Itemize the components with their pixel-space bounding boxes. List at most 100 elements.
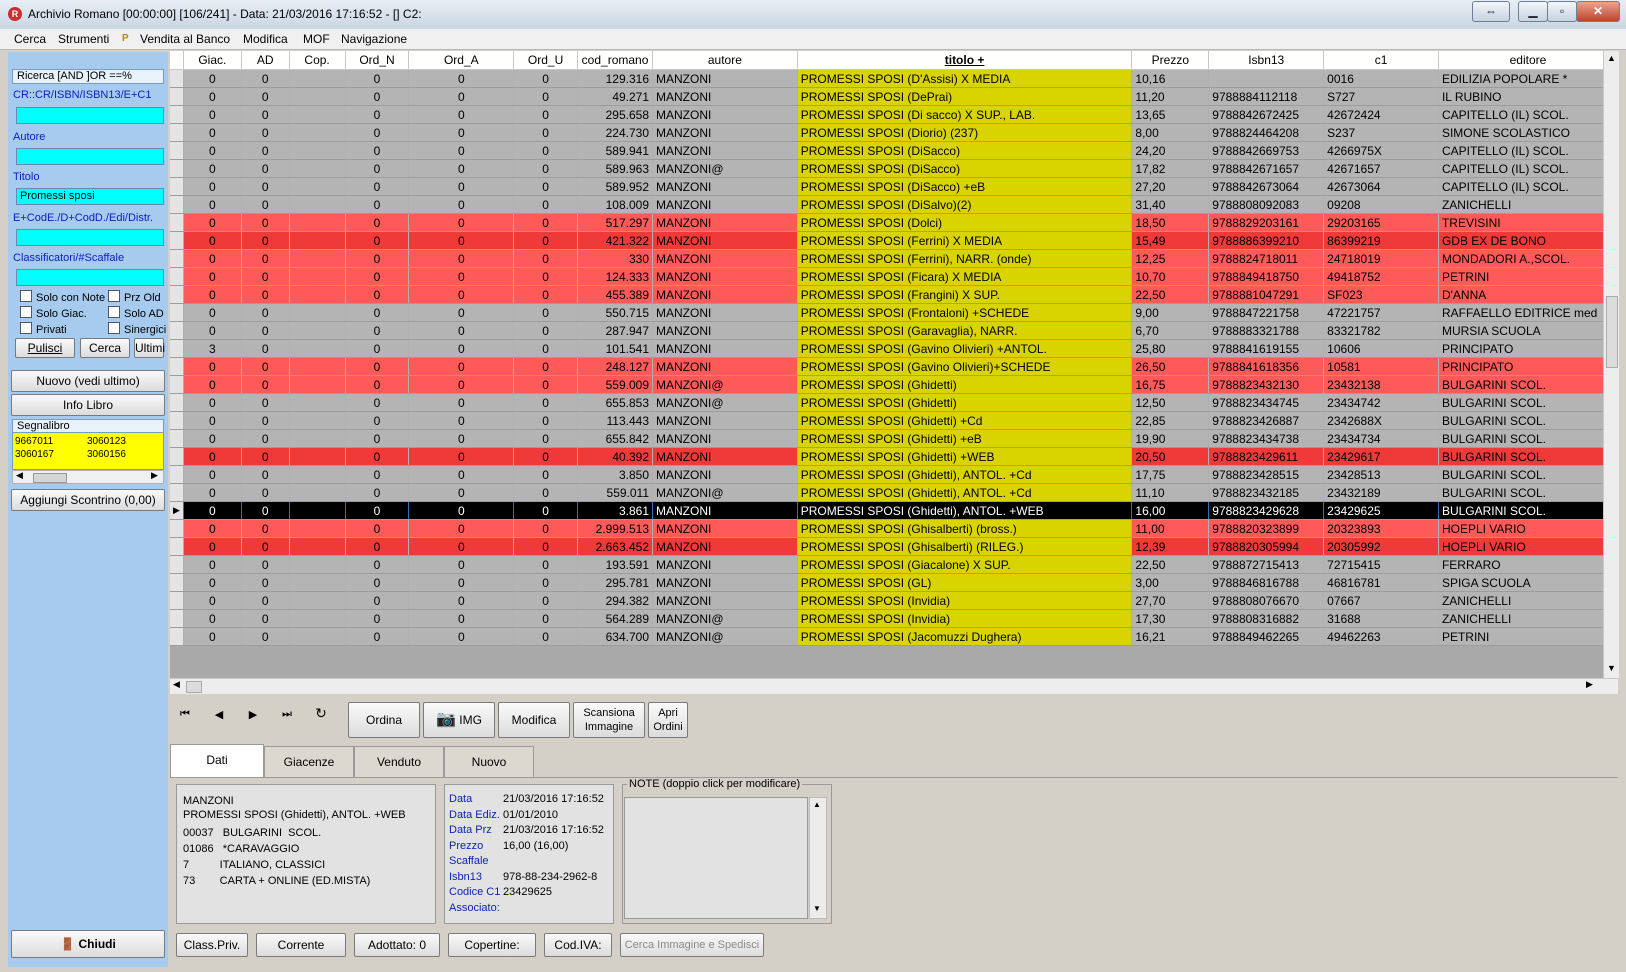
table-row[interactable]: 0 0 0 0 0 589.963 MANZONI@ PROMESSI SPOSI (DiSa… [170,159,1618,178]
scroll-thumb[interactable] [33,473,67,483]
table-cell[interactable]: 0016 [1323,69,1439,88]
table-cell[interactable]: 0 [345,267,410,286]
title-search-input[interactable]: Promessi sposi [16,188,164,205]
table-cell[interactable]: PROMESSI SPOSI (Giacalone) X SUP. [797,555,1133,574]
table-cell[interactable]: 0 [345,159,410,178]
table-cell[interactable]: PROMESSI SPOSI (Diorio) (237) [797,123,1133,142]
table-cell[interactable]: 0 [408,627,515,646]
table-cell[interactable]: 25,80 [1131,339,1210,358]
bookmark-item[interactable]: 3060156 [87,449,126,460]
table-cell[interactable]: PROMESSI SPOSI (Ghisalberti) (bross.) [797,519,1133,538]
table-cell[interactable]: PROMESSI SPOSI (Frontaloni) +SCHEDE [797,303,1133,322]
column-header[interactable]: Cop. [289,51,346,70]
table-cell[interactable]: BULGARINI SCOL. [1438,501,1618,520]
table-cell[interactable]: 0 [408,213,515,232]
row-indicator[interactable] [170,69,184,88]
table-cell[interactable]: ZANICHELLI [1438,591,1618,610]
table-cell[interactable]: GDB EX DE BONO [1438,231,1618,250]
table-row[interactable]: 0 0 0 0 0 655.853 MANZONI@ PROMESSI SPOSI (Ghid… [170,393,1618,412]
table-cell[interactable]: MANZONI [652,501,798,520]
table-cell[interactable]: 0 [513,627,579,646]
table-cell[interactable] [289,123,346,142]
table-cell[interactable]: 517.297 [577,213,654,232]
table-cell[interactable]: 49418752 [1323,267,1439,286]
table-cell[interactable]: IL RUBINO [1438,87,1618,106]
row-indicator[interactable] [170,159,184,178]
table-cell[interactable]: SIMONE SCOLASTICO [1438,123,1618,142]
table-cell[interactable] [289,519,346,538]
table-cell[interactable]: 0 [241,267,290,286]
table-cell[interactable]: 23428513 [1323,465,1439,484]
table-cell[interactable] [289,159,346,178]
table-row[interactable]: 0 0 0 0 0 2.999.513 MANZONI PROMESSI SPOSI (Ghi… [170,519,1618,538]
row-indicator[interactable] [170,177,184,196]
table-cell[interactable]: 0 [345,177,410,196]
author-search-input[interactable] [16,148,164,165]
table-cell[interactable] [289,591,346,610]
table-cell[interactable]: 0 [241,609,290,628]
table-cell[interactable]: 9788808092083 [1208,195,1325,214]
table-cell[interactable]: 17,30 [1131,609,1210,628]
table-cell[interactable]: 0 [345,303,410,322]
menu-modifica[interactable]: Modifica [243,32,288,46]
table-cell[interactable]: 0 [345,213,410,232]
table-cell[interactable] [289,105,346,124]
table-cell[interactable]: 2.663.452 [577,537,654,556]
table-cell[interactable]: 16,75 [1131,375,1210,394]
table-cell[interactable]: 0 [513,69,579,88]
table-cell[interactable]: 9788823426887 [1208,411,1325,430]
current-button[interactable]: Corrente [256,933,346,957]
table-cell[interactable]: MANZONI [652,573,798,592]
table-row[interactable]: 0 0 0 0 0 330 MANZONI PROMESSI SPOSI (Ferrini),… [170,249,1618,268]
table-cell[interactable]: PROMESSI SPOSI (Dolci) [797,213,1133,232]
table-cell[interactable]: 0 [183,285,242,304]
table-cell[interactable]: 12,25 [1131,249,1210,268]
table-cell[interactable]: PROMESSI SPOSI (D'Assisi) X MEDIA [797,69,1133,88]
table-cell[interactable]: 0 [345,483,410,502]
table-cell[interactable]: PROMESSI SPOSI (Ghidetti) +eB [797,429,1133,448]
table-row[interactable]: 0 0 0 0 0 559.011 MANZONI@ PROMESSI SPOSI (Ghid… [170,483,1618,502]
table-cell[interactable]: 0 [408,177,515,196]
table-cell[interactable]: MANZONI [652,141,798,160]
table-cell[interactable]: 9788820305994 [1208,537,1325,556]
table-cell[interactable]: TREVISINI [1438,213,1618,232]
table-cell[interactable]: 0 [183,213,242,232]
table-cell[interactable]: 0 [513,105,579,124]
table-row[interactable]: 0 0 0 0 0 124.333 MANZONI PROMESSI SPOSI (Ficar… [170,267,1618,286]
table-cell[interactable]: 655.842 [577,429,654,448]
table-cell[interactable]: PROMESSI SPOSI (DiSacco) +eB [797,177,1133,196]
table-cell[interactable]: 0 [183,69,242,88]
table-cell[interactable]: 0 [513,339,579,358]
table-cell[interactable]: 564.289 [577,609,654,628]
table-cell[interactable]: MANZONI@ [652,483,798,502]
table-cell[interactable]: 0 [183,609,242,628]
recent-button[interactable]: Ultimi [134,338,165,358]
table-cell[interactable]: MANZONI [652,591,798,610]
table-cell[interactable]: 9788824718011 [1208,249,1325,268]
table-cell[interactable]: 0 [408,285,515,304]
table-cell[interactable]: 16,21 [1131,627,1210,646]
row-indicator[interactable] [170,483,184,502]
table-cell[interactable]: 0 [408,483,515,502]
table-cell[interactable]: 19,90 [1131,429,1210,448]
table-cell[interactable]: 0 [345,87,410,106]
table-cell[interactable]: 0 [408,159,515,178]
table-cell[interactable]: 559.011 [577,483,654,502]
table-cell[interactable]: 10581 [1323,357,1439,376]
table-row[interactable]: 0 0 0 0 0 550.715 MANZONI PROMESSI SPOSI (Front… [170,303,1618,322]
table-cell[interactable] [289,141,346,160]
table-cell[interactable]: 0 [408,339,515,358]
table-cell[interactable]: 559.009 [577,375,654,394]
column-header[interactable]: autore [652,51,798,70]
table-cell[interactable]: PROMESSI SPOSI (Gavino Olivieri)+SCHEDE [797,357,1133,376]
table-cell[interactable]: 330 [577,249,654,268]
row-indicator[interactable] [170,105,184,124]
table-cell[interactable] [289,231,346,250]
table-cell[interactable]: MANZONI [652,213,798,232]
table-row[interactable]: 0 0 0 0 0 108.009 MANZONI PROMESSI SPOSI (DiSal… [170,195,1618,214]
table-cell[interactable]: 20305992 [1323,537,1439,556]
table-cell[interactable]: 0 [408,105,515,124]
table-cell[interactable]: 634.700 [577,627,654,646]
table-cell[interactable]: 0 [513,537,579,556]
table-cell[interactable]: MANZONI [652,447,798,466]
